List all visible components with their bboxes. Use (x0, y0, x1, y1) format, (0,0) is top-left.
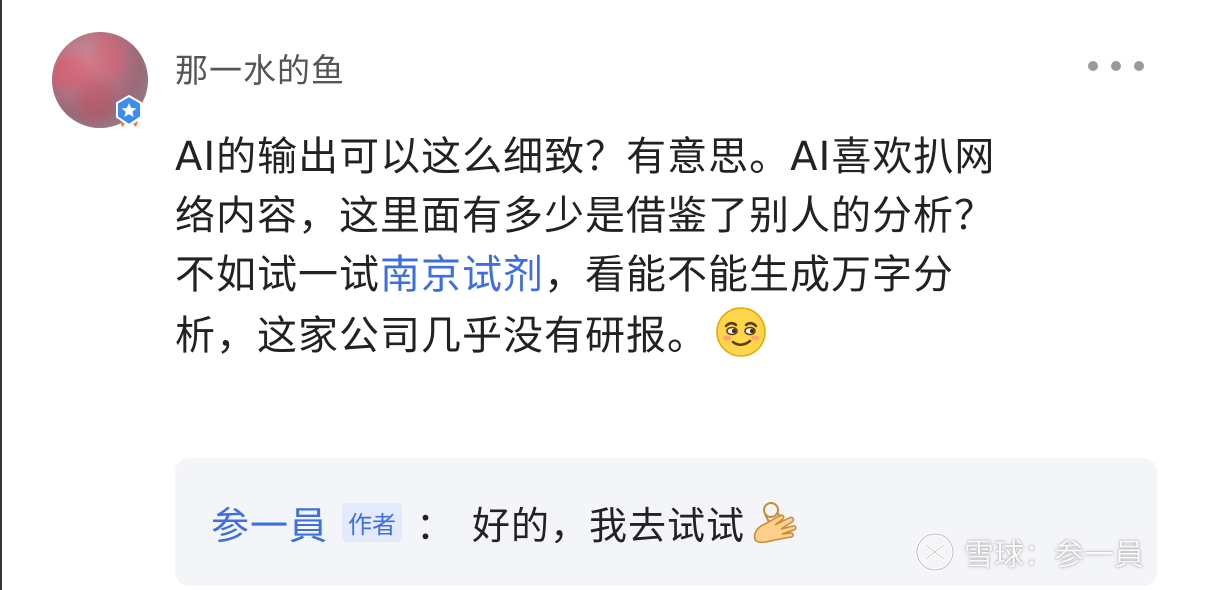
reply-colon: ： (416, 503, 455, 548)
comment-text: 不如试一试 (175, 252, 380, 298)
more-dot-icon (1088, 61, 1098, 71)
comment-body: AI的输出可以这么细致？有意思。AI喜欢扒网 络内容，这里面有多少是借鉴了别人的… (175, 128, 1165, 364)
reply-author[interactable]: 参一員 (211, 495, 328, 550)
author-badge: 作者 (342, 502, 403, 542)
comment-username[interactable]: 那一水的鱼 (175, 44, 345, 92)
xueqiu-logo-icon (915, 532, 955, 572)
user-avatar-container[interactable] (52, 32, 148, 128)
ok-hand-emoji-icon (753, 502, 797, 544)
more-dot-icon (1111, 61, 1121, 71)
comment-line: 析，这家公司几乎没有研报。 (175, 305, 1165, 364)
more-dot-icon (1134, 61, 1144, 71)
stock-link[interactable]: 南京试剂 (380, 252, 544, 298)
watermark-text: 雪球：参一員 (964, 538, 1144, 573)
comment-line: 不如试一试南京试剂，看能不能生成万字分 (175, 246, 1165, 305)
comment-text: ，看能不能生成万字分 (544, 252, 954, 298)
watermark: 雪球：参一員 (914, 528, 1144, 576)
smirk-face-emoji-icon (716, 307, 766, 357)
comment-text: 析，这家公司几乎没有研报。 (175, 313, 708, 359)
verified-badge-icon (116, 94, 142, 127)
reply-row: 参一員 作者 ： 好的，我去试试 (211, 492, 801, 552)
comment-line: 络内容，这里面有多少是借鉴了别人的分析？ (175, 193, 995, 239)
window-edge (0, 0, 2, 590)
more-options-button[interactable] (1088, 52, 1144, 80)
comment-line: AI的输出可以这么细致？有意思。AI喜欢扒网 (175, 134, 996, 180)
reply-text: 好的，我去试试 (472, 503, 746, 548)
